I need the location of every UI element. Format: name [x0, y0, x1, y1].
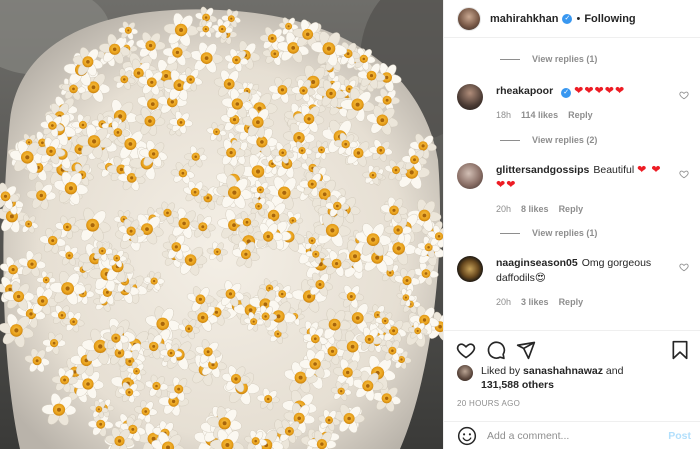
- comment-like-heart-icon[interactable]: [679, 169, 689, 179]
- comment-like-heart-icon[interactable]: [679, 262, 689, 272]
- comment-meta: 20h 8 likes Reply: [496, 202, 668, 217]
- comment-time[interactable]: 20h: [496, 295, 511, 310]
- view-replies-button[interactable]: View replies (1): [500, 228, 597, 238]
- author-avatar[interactable]: [457, 6, 481, 31]
- add-comment-bar: Post: [444, 421, 700, 449]
- commenter-avatar[interactable]: [457, 163, 483, 189]
- comment-item: naaginseason05 Omg gorgeous daffodils😍 20…: [457, 256, 695, 310]
- daffodil-bouquet-image: [0, 0, 443, 449]
- comment-likes[interactable]: 3 likes: [521, 295, 549, 310]
- comment-likes[interactable]: 114 likes: [521, 108, 558, 123]
- reply-button[interactable]: Reply: [559, 202, 584, 217]
- comment-body: naaginseason05 Omg gorgeous daffodils😍 20…: [496, 256, 668, 310]
- likes-text: Liked by sanashahnawaz and 131,588 other…: [481, 364, 661, 392]
- separator-dot: •: [576, 12, 581, 25]
- instagram-post: mahirahkhan ✓ • Following View replies (…: [0, 0, 700, 449]
- verified-badge-icon: ✓: [561, 88, 572, 98]
- comment-text: Beautiful: [593, 164, 635, 176]
- replies-divider: [500, 232, 520, 234]
- comment-time[interactable]: 20h: [496, 202, 511, 217]
- commenter-username[interactable]: naaginseason05: [496, 257, 578, 269]
- add-comment-input[interactable]: [487, 425, 657, 446]
- comment-likes[interactable]: 8 likes: [521, 202, 549, 217]
- comments-list[interactable]: View replies (1) rheakapoor ✓ ❤❤❤❤❤ 18h 1…: [444, 38, 700, 330]
- post-timestamp[interactable]: 20 HOURS AGO: [457, 399, 520, 408]
- replies-divider: [500, 139, 520, 141]
- liked-by-conjunction: and: [605, 365, 624, 377]
- comment-body: rheakapoor ✓ ❤❤❤❤❤ 18h 114 likes Reply: [496, 84, 668, 123]
- comment-meta: 18h 114 likes Reply: [496, 108, 668, 123]
- reply-button[interactable]: Reply: [568, 108, 593, 123]
- liker-avatar[interactable]: [457, 365, 473, 381]
- view-replies-label: View replies (1): [532, 54, 598, 64]
- post-actions-bar: [444, 330, 700, 364]
- post-side-panel: mahirahkhan ✓ • Following View replies (…: [443, 0, 700, 449]
- comment-emoji: 😍: [534, 272, 546, 284]
- view-replies-button[interactable]: View replies (2): [500, 135, 597, 145]
- comment-text: ❤❤❤❤❤: [574, 85, 626, 97]
- liked-by-prefix: Liked by: [481, 365, 521, 377]
- comment-like-heart-icon[interactable]: [679, 90, 689, 100]
- smiley-icon[interactable]: [457, 426, 477, 446]
- view-replies-label: View replies (1): [532, 228, 598, 238]
- post-photo[interactable]: [0, 0, 443, 449]
- heart-icon[interactable]: [456, 340, 476, 360]
- post-comment-button[interactable]: Post: [668, 430, 691, 442]
- bookmark-icon[interactable]: [670, 340, 690, 360]
- comment-body: glittersandgossips Beautiful ❤ ❤❤❤ 20h 8 …: [496, 163, 668, 217]
- comment-item: glittersandgossips Beautiful ❤ ❤❤❤ 20h 8 …: [457, 163, 695, 217]
- post-header: mahirahkhan ✓ • Following: [444, 0, 700, 38]
- commenter-username[interactable]: glittersandgossips: [496, 164, 589, 176]
- comment-bubble-icon[interactable]: [486, 340, 506, 360]
- likes-summary: Liked by sanashahnawaz and 131,588 other…: [457, 364, 661, 392]
- others-count[interactable]: 131,588 others: [481, 379, 554, 391]
- view-replies-button[interactable]: View replies (1): [500, 54, 597, 64]
- verified-badge-icon: ✓: [562, 13, 573, 24]
- comment-time[interactable]: 18h: [496, 108, 511, 123]
- view-replies-label: View replies (2): [532, 135, 598, 145]
- reply-button[interactable]: Reply: [559, 295, 584, 310]
- author-username[interactable]: mahirahkhan: [490, 13, 558, 25]
- commenter-avatar[interactable]: [457, 256, 483, 282]
- comment-item: rheakapoor ✓ ❤❤❤❤❤ 18h 114 likes Reply: [457, 84, 695, 123]
- liker-username[interactable]: sanashahnawaz: [523, 365, 603, 377]
- replies-divider: [500, 58, 520, 60]
- following-button[interactable]: Following: [584, 13, 635, 25]
- commenter-username[interactable]: rheakapoor: [496, 85, 553, 97]
- commenter-avatar[interactable]: [457, 84, 483, 110]
- comment-meta: 20h 3 likes Reply: [496, 295, 668, 310]
- paper-plane-icon[interactable]: [516, 340, 536, 360]
